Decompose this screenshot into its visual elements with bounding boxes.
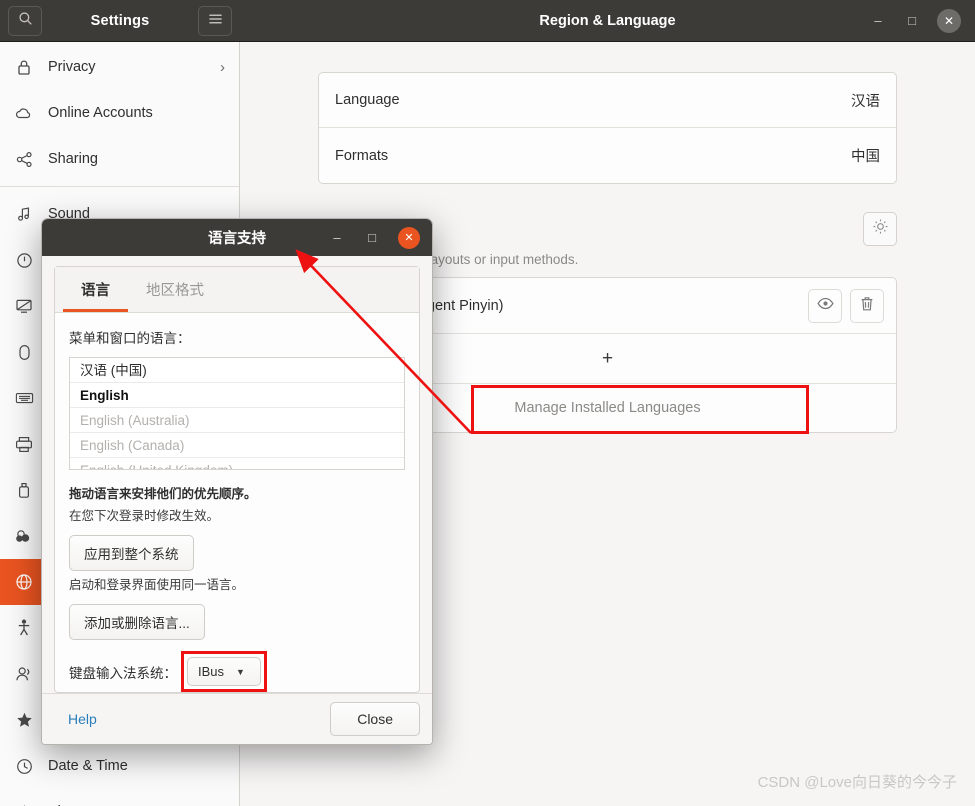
language-pane: 菜单和窗口的语言： 汉语 (中国) English English (Austr… <box>55 313 419 692</box>
mouse-icon <box>14 342 34 362</box>
hamburger-menu-icon <box>208 12 223 30</box>
dialog-close-action-button[interactable]: Close <box>330 702 420 736</box>
dialog-close-button[interactable]: ✕ <box>398 226 420 249</box>
ime-highlight-box: IBus ▼ <box>181 651 267 692</box>
ime-row: 键盘输入法系统： IBus ▼ <box>69 651 405 692</box>
keyboard-icon <box>14 388 34 408</box>
dialog-footer: Help Close <box>42 693 432 744</box>
row-label: Language <box>335 92 400 108</box>
sidebar-divider <box>0 186 239 187</box>
star-icon <box>14 710 34 730</box>
row-formats[interactable]: Formats 中国 <box>319 128 896 183</box>
usb-icon <box>14 480 34 500</box>
language-list-item[interactable]: English (Canada) <box>70 433 404 458</box>
language-list-item[interactable]: English (United Kingdom) <box>70 458 404 469</box>
app-title: Settings <box>90 12 150 29</box>
ime-select[interactable]: IBus ▼ <box>187 657 261 686</box>
menu-button[interactable] <box>198 5 232 36</box>
dialog-tabs-container: 语言 地区格式 菜单和窗口的语言： 汉语 (中国) English Englis… <box>54 266 420 693</box>
manage-languages-label: Manage Installed Languages <box>514 400 701 416</box>
language-list-item[interactable]: English <box>70 383 404 408</box>
preview-layout-button[interactable] <box>808 288 842 323</box>
drag-hint: 在您下次登录时修改生效。 <box>69 509 220 523</box>
sidebar-item-about[interactable]: About <box>0 789 239 806</box>
dialog-tabs: 语言 地区格式 <box>55 267 419 313</box>
language-support-dialog: 语言支持 – □ ✕ 语言 地区格式 菜单和窗口的语言： 汉语 (中国) Eng… <box>41 218 433 745</box>
dialog-titlebar: 语言支持 – □ ✕ <box>42 219 432 256</box>
input-settings-button[interactable] <box>863 212 897 246</box>
sidebar-item-label: Date & Time <box>48 758 128 774</box>
language-list[interactable]: 汉语 (中国) English English (Australia) Engl… <box>69 357 405 470</box>
row-value: 汉语 <box>851 93 880 110</box>
dialog-maximize-button[interactable]: □ <box>363 229 381 247</box>
apply-hint: 启动和登录界面使用同一语言。 <box>69 578 245 592</box>
row-value: 中国 <box>851 149 880 165</box>
share-icon <box>14 149 34 169</box>
accessibility-icon <box>14 618 34 638</box>
watermark: CSDN @Love向日葵的今今子 <box>757 774 957 791</box>
sidebar-item-date-time[interactable]: Date & Time <box>0 743 239 789</box>
pane-label: 菜单和窗口的语言： <box>69 331 191 346</box>
window-controls: – □ ✕ <box>869 8 975 33</box>
display-icon <box>14 296 34 316</box>
printer-icon <box>14 434 34 454</box>
dialog-body: 语言 地区格式 菜单和窗口的语言： 汉语 (中国) English Englis… <box>42 256 432 693</box>
input-source-actions <box>808 288 884 323</box>
sidebar-item-privacy[interactable]: Privacy › <box>0 44 239 90</box>
language-list-item[interactable]: 汉语 (中国) <box>70 358 404 383</box>
ime-label: 键盘输入法系统： <box>69 665 177 681</box>
maximize-button[interactable]: □ <box>903 12 921 30</box>
dialog-window-controls: – □ ✕ <box>328 226 432 249</box>
screen: Settings Region & Language – □ ✕ Privacy… <box>0 0 975 806</box>
clock-icon <box>14 756 34 776</box>
tab-regional-formats[interactable]: 地区格式 <box>128 267 222 312</box>
page-title: Region & Language <box>539 12 676 29</box>
gear-icon <box>872 218 889 240</box>
row-label: Formats <box>335 147 389 164</box>
row-language[interactable]: Language 汉语 <box>319 73 896 128</box>
lock-icon <box>14 57 34 77</box>
globe-icon <box>14 572 34 592</box>
drag-hint-strong: 拖动语言来安排他们的优先顺序。 <box>69 487 257 501</box>
color-icon <box>14 526 34 546</box>
titlebar-right-section: Region & Language – □ ✕ <box>240 0 975 41</box>
sidebar-item-sharing[interactable]: Sharing <box>0 136 239 182</box>
dialog-minimize-button[interactable]: – <box>328 229 346 247</box>
sidebar-item-label: Online Accounts <box>48 105 153 121</box>
help-link[interactable]: Help <box>68 711 97 727</box>
sparkle-icon <box>14 802 34 806</box>
plus-icon: + <box>601 347 614 369</box>
search-icon <box>18 11 33 31</box>
eye-icon <box>816 297 834 314</box>
trash-icon <box>860 296 874 316</box>
power-icon <box>14 250 34 270</box>
language-list-item[interactable]: English (Australia) <box>70 408 404 433</box>
remove-input-source-button[interactable] <box>850 288 884 323</box>
sidebar-item-online-accounts[interactable]: Online Accounts <box>0 90 239 136</box>
search-button[interactable] <box>8 5 42 36</box>
minimize-button[interactable]: – <box>869 12 887 30</box>
chevron-down-icon: ▼ <box>236 666 245 677</box>
close-button[interactable]: ✕ <box>937 8 961 33</box>
apply-system-wide-button[interactable]: 应用到整个系统 <box>69 535 194 571</box>
main-titlebar: Settings Region & Language – □ ✕ <box>0 0 975 42</box>
users-icon <box>14 664 34 684</box>
sound-icon <box>14 204 34 224</box>
ime-value: IBus <box>198 664 225 679</box>
chevron-right-icon: › <box>220 58 225 76</box>
language-formats-card: Language 汉语 Formats 中国 <box>318 72 897 184</box>
install-remove-languages-button[interactable]: 添加或删除语言... <box>69 604 205 640</box>
sidebar-item-label: Privacy <box>48 59 96 75</box>
sidebar-item-label: Sharing <box>48 151 98 167</box>
cloud-icon <box>14 103 34 123</box>
tab-language[interactable]: 语言 <box>63 267 128 312</box>
titlebar-left-section: Settings <box>0 0 240 41</box>
